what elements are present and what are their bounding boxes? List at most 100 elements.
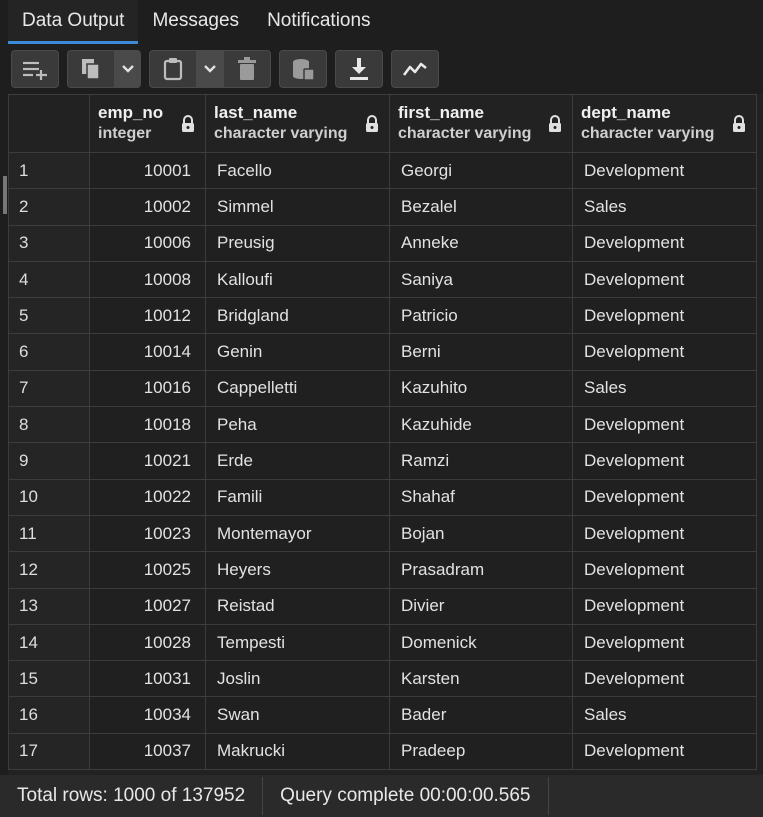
cell-first-name[interactable]: Prasadram [389, 551, 573, 589]
add-row-button[interactable] [11, 50, 59, 88]
table-row[interactable]: 1 10001 Facello Georgi Development [8, 151, 757, 190]
cell-first-name[interactable]: Patricio [389, 297, 573, 335]
cell-emp-no[interactable]: 10014 [89, 333, 206, 371]
cell-last-name[interactable]: Montemayor [205, 514, 390, 553]
row-number-cell[interactable]: 6 [8, 333, 90, 371]
cell-dept-name[interactable]: Development [572, 623, 757, 662]
cell-first-name[interactable]: Kazuhide [389, 406, 573, 444]
table-row[interactable]: 9 10021 Erde Ramzi Development [8, 442, 757, 480]
row-number-cell[interactable]: 17 [8, 732, 90, 771]
row-number-cell[interactable]: 11 [8, 514, 90, 553]
table-row[interactable]: 17 10037 Makrucki Pradeep Development [8, 732, 757, 771]
cell-emp-no[interactable]: 10016 [89, 369, 206, 408]
table-row[interactable]: 6 10014 Genin Berni Development [8, 333, 757, 371]
cell-last-name[interactable]: Preusig [205, 224, 390, 262]
cell-first-name[interactable]: Bojan [389, 514, 573, 553]
cell-emp-no[interactable]: 10034 [89, 696, 206, 734]
cell-dept-name[interactable]: Development [572, 587, 757, 625]
cell-first-name[interactable]: Divier [389, 587, 573, 625]
delete-button[interactable] [223, 50, 271, 88]
cell-first-name[interactable]: Domenick [389, 623, 573, 662]
cell-dept-name[interactable]: Development [572, 297, 757, 335]
graph-visualiser-button[interactable] [391, 50, 439, 88]
row-number-cell[interactable]: 15 [8, 660, 90, 698]
cell-emp-no[interactable]: 10006 [89, 224, 206, 262]
row-number-cell[interactable]: 16 [8, 696, 90, 734]
copy-button[interactable] [67, 50, 115, 88]
row-number-cell[interactable]: 2 [8, 188, 90, 226]
table-row[interactable]: 15 10031 Joslin Karsten Development [8, 660, 757, 698]
table-row[interactable]: 13 10027 Reistad Divier Development [8, 587, 757, 625]
cell-first-name[interactable]: Bezalel [389, 188, 573, 226]
cell-last-name[interactable]: Tempesti [205, 623, 390, 662]
table-row[interactable]: 4 10008 Kalloufi Saniya Development [8, 260, 757, 299]
cell-dept-name[interactable]: Development [572, 660, 757, 698]
cell-last-name[interactable]: Makrucki [205, 732, 390, 771]
cell-first-name[interactable]: Saniya [389, 260, 573, 299]
cell-first-name[interactable]: Shahaf [389, 478, 573, 516]
cell-emp-no[interactable]: 10002 [89, 188, 206, 226]
column-header-last-name[interactable]: last_name character varying [205, 94, 390, 153]
tab-data-output[interactable]: Data Output [8, 0, 139, 44]
download-button[interactable] [335, 50, 383, 88]
cell-emp-no[interactable]: 10022 [89, 478, 206, 516]
row-number-cell[interactable]: 12 [8, 551, 90, 589]
table-row[interactable]: 5 10012 Bridgland Patricio Development [8, 297, 757, 335]
table-row[interactable]: 2 10002 Simmel Bezalel Sales [8, 188, 757, 226]
cell-first-name[interactable]: Georgi [389, 151, 573, 190]
cell-dept-name[interactable]: Sales [572, 369, 757, 408]
cell-dept-name[interactable]: Sales [572, 696, 757, 734]
cell-dept-name[interactable]: Development [572, 224, 757, 262]
cell-emp-no[interactable]: 10008 [89, 260, 206, 299]
cell-emp-no[interactable]: 10031 [89, 660, 206, 698]
table-row[interactable]: 3 10006 Preusig Anneke Development [8, 224, 757, 262]
row-number-cell[interactable]: 3 [8, 224, 90, 262]
cell-last-name[interactable]: Simmel [205, 188, 390, 226]
cell-emp-no[interactable]: 10025 [89, 551, 206, 589]
cell-dept-name[interactable]: Development [572, 478, 757, 516]
row-number-cell[interactable]: 4 [8, 260, 90, 299]
row-number-cell[interactable]: 8 [8, 406, 90, 444]
cell-emp-no[interactable]: 10001 [89, 151, 206, 190]
tab-notifications[interactable]: Notifications [253, 0, 385, 42]
row-number-cell[interactable]: 10 [8, 478, 90, 516]
cell-last-name[interactable]: Facello [205, 151, 390, 190]
row-number-cell[interactable]: 1 [8, 151, 90, 190]
column-header-first-name[interactable]: first_name character varying [389, 94, 573, 153]
table-row[interactable]: 16 10034 Swan Bader Sales [8, 696, 757, 734]
save-data-button[interactable] [279, 50, 327, 88]
table-row[interactable]: 7 10016 Cappelletti Kazuhito Sales [8, 369, 757, 408]
cell-dept-name[interactable]: Development [572, 732, 757, 771]
cell-first-name[interactable]: Ramzi [389, 442, 573, 480]
cell-dept-name[interactable]: Development [572, 406, 757, 444]
cell-first-name[interactable]: Berni [389, 333, 573, 371]
table-row[interactable]: 14 10028 Tempesti Domenick Development [8, 623, 757, 662]
cell-emp-no[interactable]: 10018 [89, 406, 206, 444]
row-number-cell[interactable]: 13 [8, 587, 90, 625]
cell-last-name[interactable]: Reistad [205, 587, 390, 625]
cell-emp-no[interactable]: 10012 [89, 297, 206, 335]
cell-dept-name[interactable]: Development [572, 551, 757, 589]
cell-last-name[interactable]: Peha [205, 406, 390, 444]
cell-dept-name[interactable]: Development [572, 333, 757, 371]
cell-first-name[interactable]: Kazuhito [389, 369, 573, 408]
cell-last-name[interactable]: Cappelletti [205, 369, 390, 408]
column-header-emp-no[interactable]: emp_no integer [89, 94, 206, 153]
cell-emp-no[interactable]: 10021 [89, 442, 206, 480]
cell-first-name[interactable]: Bader [389, 696, 573, 734]
cell-first-name[interactable]: Pradeep [389, 732, 573, 771]
paste-options-dropdown[interactable] [197, 50, 223, 88]
cell-first-name[interactable]: Karsten [389, 660, 573, 698]
cell-last-name[interactable]: Joslin [205, 660, 390, 698]
cell-last-name[interactable]: Genin [205, 333, 390, 371]
table-row[interactable]: 10 10022 Famili Shahaf Development [8, 478, 757, 516]
cell-emp-no[interactable]: 10037 [89, 732, 206, 771]
table-row[interactable]: 12 10025 Heyers Prasadram Development [8, 551, 757, 589]
cell-dept-name[interactable]: Development [572, 514, 757, 553]
cell-dept-name[interactable]: Development [572, 442, 757, 480]
table-row[interactable]: 11 10023 Montemayor Bojan Development [8, 514, 757, 553]
cell-dept-name[interactable]: Development [572, 151, 757, 190]
table-row[interactable]: 8 10018 Peha Kazuhide Development [8, 406, 757, 444]
cell-first-name[interactable]: Anneke [389, 224, 573, 262]
cell-emp-no[interactable]: 10027 [89, 587, 206, 625]
